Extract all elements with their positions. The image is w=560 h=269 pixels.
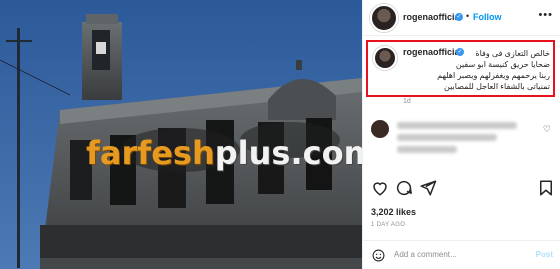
caption-line: ربنا يرحمهم ويغفرلهم ويصبر اهلهم [437,71,550,80]
caption-highlight: rogenaofficial ✓ خالص التعازى فى وفاة ضح… [366,40,555,97]
comment-icon[interactable] [395,179,413,197]
caption-line: ضحايا حريق كنيسة ابو سفين [455,60,550,69]
likes-count[interactable]: 3,202 likes [371,207,416,217]
post-photo: farfeshplus.com [0,0,362,269]
post-side-panel: rogenaofficial ✓ • Follow ••• rogenaoffi… [362,0,560,269]
action-bar [363,179,560,201]
caption-text: خالص التعازى فى وفاة ضحايا حريق كنيسة اب… [398,48,550,92]
blurred-text [397,134,497,141]
comment-input[interactable] [394,250,534,259]
share-icon[interactable] [419,179,437,197]
blurred-text [397,122,517,129]
caption-line: تمنياتى بالشفاء العاجل للمصابين [444,82,550,91]
more-options-icon[interactable]: ••• [538,9,553,21]
post-comment-button[interactable]: Post [536,250,553,259]
caption-line: خالص التعازى فى وفاة [475,49,550,58]
post-header: rogenaofficial ✓ • Follow ••• [363,0,560,36]
caption-age: 1d [403,98,411,105]
caption-avatar[interactable] [373,46,397,70]
commenter-avatar [371,120,389,138]
avatar[interactable] [370,4,398,32]
bookmark-icon[interactable] [537,179,555,197]
post-timestamp: 1 DAY AGO [371,222,406,228]
blurred-text [397,146,457,153]
watermark: farfeshplus.com [86,133,362,173]
follow-button[interactable]: Follow [473,12,502,22]
heart-icon[interactable] [371,179,389,197]
username-link[interactable]: rogenaofficial [403,12,462,22]
add-comment-bar: Post [363,240,560,269]
comment-heart-icon[interactable]: ♡ [543,124,551,135]
watermark-part1: farfesh [86,134,215,172]
emoji-icon[interactable] [372,249,385,262]
watermark-part2: plus.com [214,134,362,172]
verified-badge-icon: ✓ [455,13,463,21]
separator-dot: • [466,11,470,21]
blurred-comment: ♡ [363,116,560,156]
